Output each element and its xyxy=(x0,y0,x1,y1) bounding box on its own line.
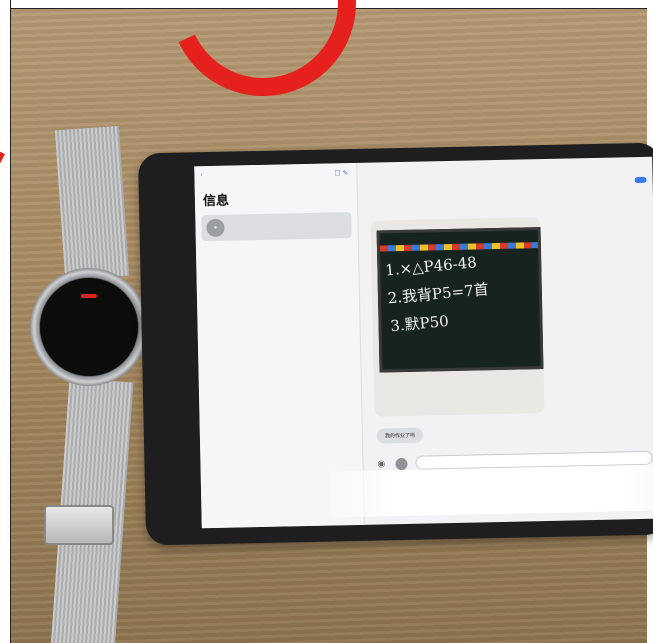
watch-badge xyxy=(81,294,97,298)
app-store-icon[interactable] xyxy=(395,457,408,471)
message-bubble: 我的作业了吗 xyxy=(376,427,424,444)
chat-header xyxy=(357,157,652,183)
watch-band-top xyxy=(54,125,130,281)
message-photo[interactable]: 1.×△P46-48 2.我背P5=7首 3.默P50 xyxy=(370,217,545,417)
compose-icon[interactable]: ✎ xyxy=(342,170,348,177)
page-title: 信息 xyxy=(202,192,230,209)
red-watermark-arc xyxy=(143,0,383,123)
watch-screen xyxy=(40,278,138,376)
image-frame-left xyxy=(0,0,11,643)
sidebar-actions[interactable]: ☐ ✎ xyxy=(334,169,348,177)
camera-icon[interactable]: ◉ xyxy=(377,458,385,469)
watch-clasp xyxy=(44,505,114,545)
photo-scene: ‹ ☐ ✎ 信息 ● 1.×△P46-48 2.我背P5=7首 3.默P50 我… xyxy=(0,0,653,643)
blackboard-photo: 1.×△P46-48 2.我背P5=7首 3.默P50 xyxy=(376,227,544,373)
screen-glare xyxy=(329,464,653,518)
conversation-item[interactable]: ● xyxy=(201,212,352,242)
edit-icon[interactable]: ☐ xyxy=(334,170,340,177)
blackboard-text: 1.×△P46-48 2.我背P5=7首 3.默P50 xyxy=(384,253,490,336)
back-chevron-icon: ‹ xyxy=(200,172,203,179)
details-button[interactable] xyxy=(634,176,647,184)
avatar: ● xyxy=(206,218,225,238)
